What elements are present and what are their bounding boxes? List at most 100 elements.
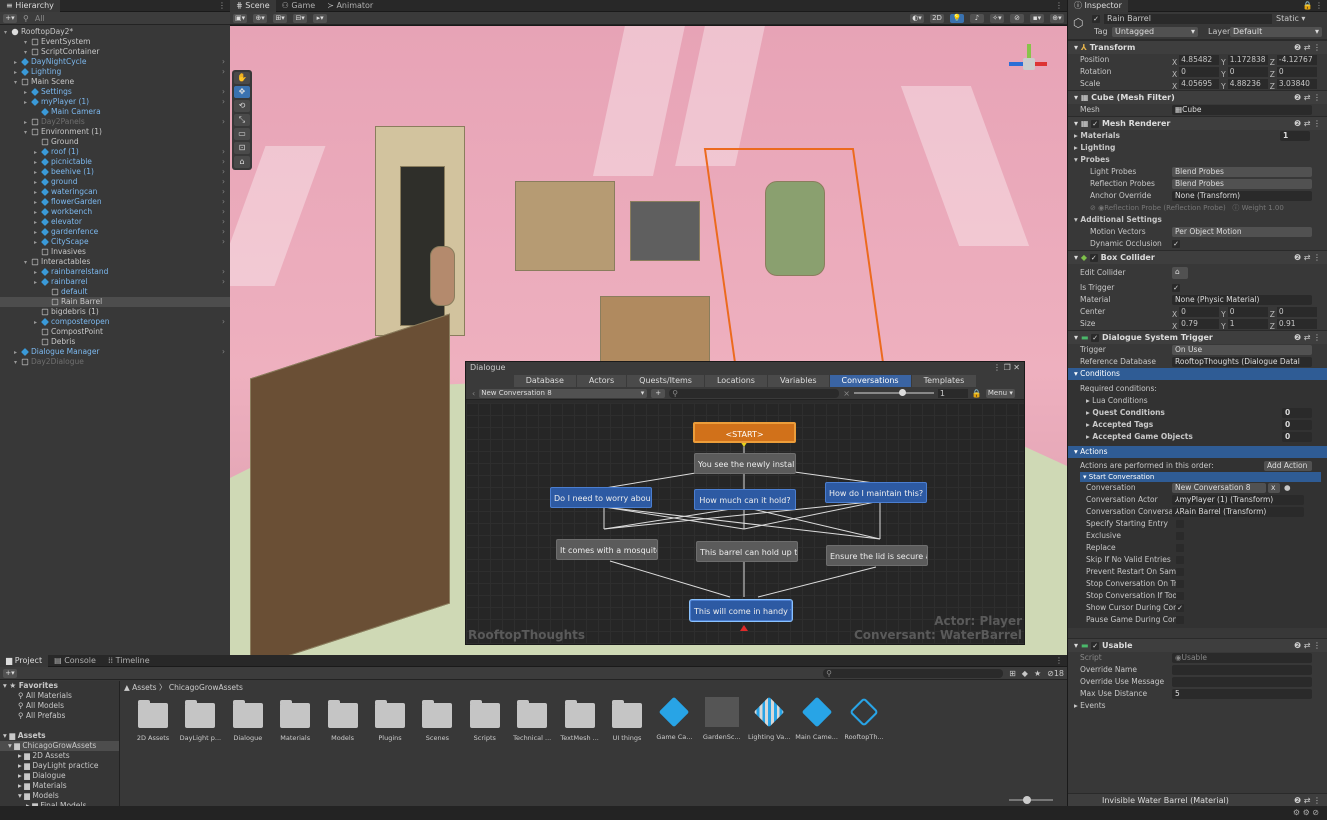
- component-menu-icon[interactable]: ❷ ⇄ ⋮: [1294, 117, 1321, 131]
- breadcrumb-assets[interactable]: Assets: [132, 683, 156, 692]
- dialogue-tab[interactable]: Database: [513, 375, 576, 387]
- action-flag-checkbox[interactable]: ✓: [1176, 604, 1184, 612]
- events-row[interactable]: ▸ Events: [1068, 700, 1327, 712]
- zoom-field[interactable]: 1: [937, 388, 968, 398]
- action-flag-checkbox[interactable]: [1176, 532, 1184, 540]
- rotate-tool-icon[interactable]: ⟲: [234, 100, 250, 112]
- materials-row[interactable]: ▸ Materials 1: [1068, 130, 1327, 142]
- lighting-row[interactable]: ▸ Lighting: [1068, 142, 1327, 154]
- hierarchy-item[interactable]: ▸ roof (1) ›: [0, 147, 230, 157]
- folder-item[interactable]: ▾ ▆ Models: [0, 791, 119, 801]
- hierarchy-item[interactable]: Invasives: [0, 247, 230, 257]
- breadcrumb-folder[interactable]: ChicagoGrowAssets: [169, 683, 243, 692]
- dialogue-tab[interactable]: Locations: [704, 375, 767, 387]
- quest-count[interactable]: 0: [1282, 408, 1312, 418]
- expand-icon[interactable]: ▾: [14, 358, 21, 368]
- tab-project[interactable]: ▆ Project: [0, 654, 49, 667]
- hierarchy-item[interactable]: ▸ gardenfence ›: [0, 227, 230, 237]
- refdb-field[interactable]: RooftopThoughts (Dialogue Datal: [1172, 357, 1312, 367]
- asset-item[interactable]: Materials: [273, 697, 317, 742]
- project-search-input[interactable]: ⚲: [823, 668, 1004, 678]
- hierarchy-item[interactable]: Ground: [0, 137, 230, 147]
- override-name-field[interactable]: [1172, 665, 1312, 675]
- position-x-field[interactable]: X 4.85482: [1172, 55, 1220, 67]
- tab-hierarchy[interactable]: ≡ Hierarchy: [0, 0, 60, 12]
- component-menu-icon[interactable]: ❷ ⇄ ⋮: [1294, 639, 1321, 653]
- gos-row[interactable]: ▸ Accepted Game Objects 0: [1068, 431, 1327, 443]
- filter-type-icon[interactable]: ⊞: [1009, 669, 1016, 678]
- asset-item[interactable]: RooftopTh...: [842, 697, 886, 741]
- favorites-heading[interactable]: ▾ ★ Favorites: [0, 681, 119, 691]
- hierarchy-item[interactable]: ▸ myPlayer (1) ›: [0, 97, 230, 107]
- dialogue-tab[interactable]: Quests/Items: [627, 375, 704, 387]
- hierarchy-item[interactable]: ▸ elevator ›: [0, 217, 230, 227]
- action-flag-checkbox[interactable]: [1176, 568, 1184, 576]
- hierarchy-item[interactable]: ▸ composteropen ›: [0, 317, 230, 327]
- new-conversation-button[interactable]: +: [651, 388, 666, 398]
- folder-item[interactable]: ▾ ▆ ChicagoGrowAssets: [0, 741, 119, 751]
- materials-count[interactable]: 1: [1280, 131, 1310, 141]
- tab-inspector[interactable]: ⓘ Inspector: [1068, 0, 1128, 12]
- hierarchy-item[interactable]: default: [0, 287, 230, 297]
- dialogue-tab[interactable]: Templates: [911, 375, 977, 387]
- chevron-right-icon[interactable]: ›: [222, 277, 225, 287]
- assets-heading[interactable]: ▾ ▆ Assets: [0, 731, 119, 741]
- hierarchy-item[interactable]: ▸ flowerGarden ›: [0, 197, 230, 207]
- folder-item[interactable]: ▸ ▆ Materials: [0, 781, 119, 791]
- hierarchy-item[interactable]: ▸ ground ›: [0, 177, 230, 187]
- effects-button[interactable]: ✧▾: [990, 13, 1004, 23]
- dialogue-tab[interactable]: Variables: [767, 375, 829, 387]
- hierarchy-item[interactable]: ▸ rainbarrelstand ›: [0, 267, 230, 277]
- component-menu-icon[interactable]: ❷ ⇄ ⋮: [1294, 91, 1321, 105]
- action-flag-checkbox[interactable]: [1176, 556, 1184, 564]
- actions-foldout[interactable]: ▾ Actions: [1068, 446, 1327, 458]
- hierarchy-item[interactable]: ▾ RooftopDay2*: [0, 27, 230, 37]
- hierarchy-item[interactable]: ▾ Interactables: [0, 257, 230, 267]
- refl-probes-dropdown[interactable]: Blend Probes: [1172, 179, 1312, 189]
- meshrenderer-header[interactable]: ▾ ▦ ✓ Mesh Renderer ❷ ⇄ ⋮: [1068, 116, 1327, 130]
- rect-tool-icon[interactable]: ▭: [234, 128, 250, 140]
- action-flag-checkbox[interactable]: [1176, 616, 1184, 624]
- collider-material-field[interactable]: None (Physic Material): [1172, 295, 1312, 305]
- hidden-toggle-icon[interactable]: ⊘: [1010, 13, 1024, 23]
- hierarchy-item[interactable]: ▸ wateringcan ›: [0, 187, 230, 197]
- dst-header[interactable]: ▾ ▬ ✓ Dialogue System Trigger ❷ ⇄ ⋮: [1068, 330, 1327, 344]
- asset-item[interactable]: Scenes: [415, 697, 459, 742]
- zoom-slider[interactable]: [853, 389, 934, 396]
- override-msg-field[interactable]: [1172, 677, 1312, 687]
- tags-count[interactable]: 0: [1282, 420, 1312, 430]
- renderer-checkbox[interactable]: ✓: [1091, 119, 1100, 128]
- more-icon[interactable]: ⋮: [1055, 655, 1063, 667]
- more-icon[interactable]: ⋮: [1055, 0, 1063, 12]
- asset-item[interactable]: 2D Assets: [131, 697, 175, 742]
- 2d-toggle[interactable]: 2D: [930, 13, 944, 23]
- edit-collider-button[interactable]: ⌂: [1172, 267, 1188, 279]
- asset-item[interactable]: Technical ...: [510, 697, 554, 742]
- conv-clear-button[interactable]: x: [1268, 483, 1280, 493]
- asset-item[interactable]: UI things: [605, 697, 649, 742]
- size-y-field[interactable]: Y1: [1221, 319, 1268, 331]
- scroll-left-icon[interactable]: ‹: [472, 389, 475, 398]
- tab-console[interactable]: ▤ Console: [48, 655, 102, 667]
- tab-animator[interactable]: ≻ Animator: [321, 0, 379, 12]
- folder-item[interactable]: ▸ ▆ DayLight practice: [0, 761, 119, 771]
- rotation-x-field[interactable]: X0: [1172, 67, 1220, 79]
- chevron-right-icon[interactable]: ›: [222, 217, 225, 227]
- transform-tool-icon[interactable]: ⊡: [234, 142, 250, 154]
- lock-icon[interactable]: 🔒: [972, 389, 982, 398]
- favorite-item[interactable]: ⚲ All Models: [0, 701, 119, 711]
- orientation-gizmo[interactable]: [1009, 44, 1049, 84]
- usable-checkbox[interactable]: ✓: [1091, 641, 1100, 650]
- start-conversation-foldout[interactable]: ▾ Start Conversation: [1080, 472, 1321, 482]
- create-button[interactable]: +▾: [3, 668, 17, 678]
- camera-button[interactable]: ▪▾: [1030, 13, 1044, 23]
- hand-tool-icon[interactable]: ✋: [234, 72, 250, 84]
- center-z-field[interactable]: Z0: [1270, 307, 1317, 319]
- tab-scene[interactable]: ⋕ Scene: [230, 0, 276, 12]
- chevron-right-icon[interactable]: ›: [222, 347, 225, 357]
- start-node[interactable]: <START>: [693, 422, 796, 443]
- size-z-field[interactable]: Z 0.91: [1270, 319, 1317, 331]
- chevron-right-icon[interactable]: ›: [222, 167, 225, 177]
- filter-label-icon[interactable]: ◆: [1022, 669, 1028, 678]
- dialogue-canvas[interactable]: <START> You see the newly installe Do I …: [466, 403, 1024, 644]
